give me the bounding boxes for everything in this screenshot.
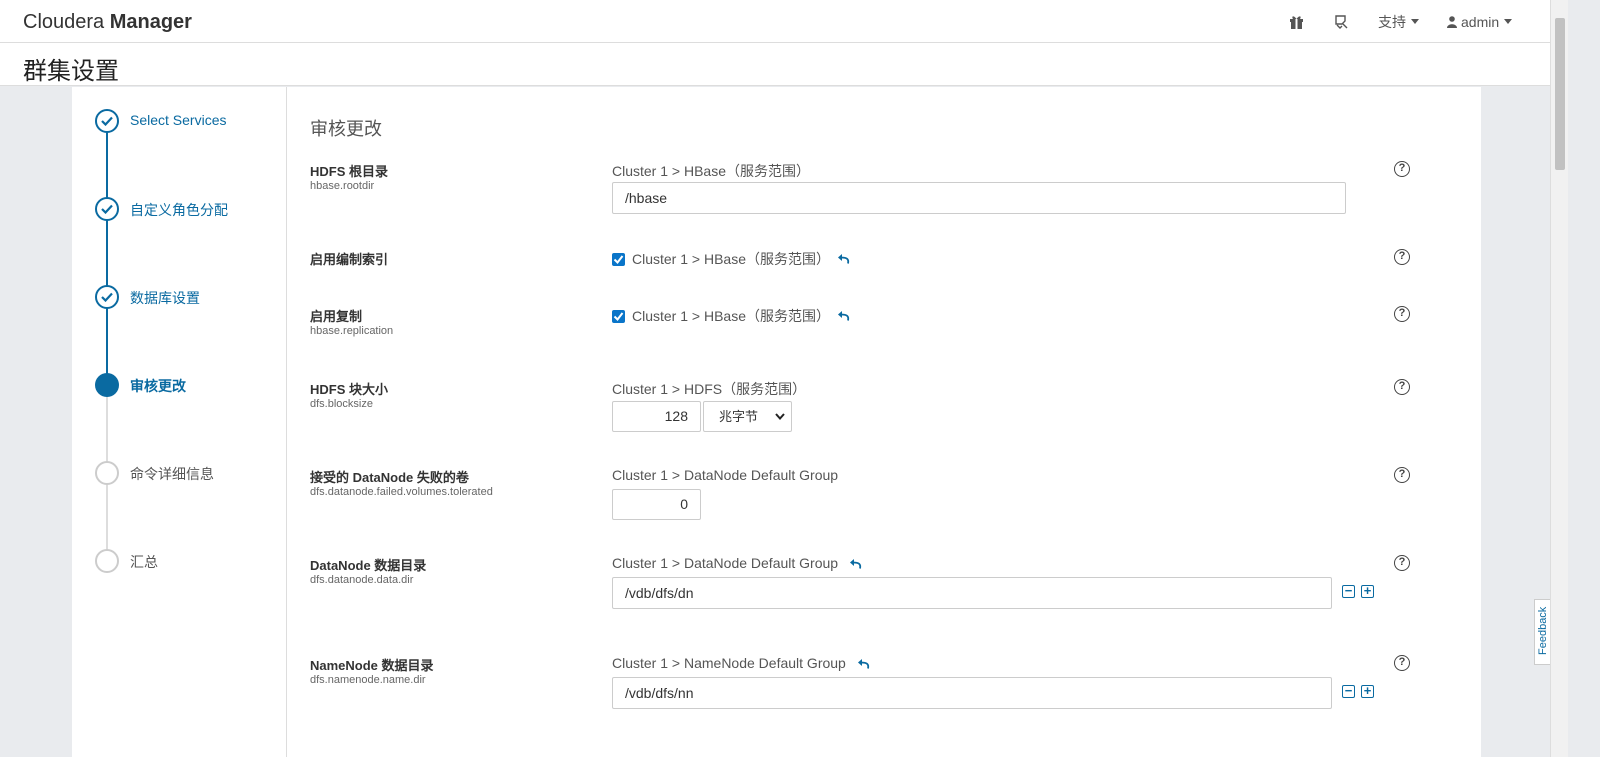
help-icon[interactable]: ? [1394,249,1410,265]
property-scope: Cluster 1 > HBase（服务范围） [612,163,810,179]
ticket-icon[interactable] [1333,0,1353,43]
undo-icon[interactable] [849,556,862,572]
section-title: 审核更改 [310,119,382,139]
property-key: dfs.datanode.failed.volumes.tolerated [310,486,493,498]
undo-icon[interactable] [838,308,850,324]
step-label: 命令详细信息 [130,466,214,482]
active-step-icon [95,373,119,397]
property-key: hbase.rootdir [310,180,375,192]
user-icon [1447,15,1457,28]
scope-text: Cluster 1 > HBase（服务范围） [632,251,830,267]
user-menu[interactable]: admin [1447,0,1513,43]
help-icon[interactable]: ? [1394,161,1410,177]
property-scope: Cluster 1 > DataNode Default Group [612,467,839,483]
chevron-down-icon [1504,19,1513,24]
step-label: 自定义角色分配 [130,202,228,218]
wizard-container: Select Services 自定义角色分配 数据库设置 审核更改 命令详细信… [72,87,1481,757]
page-title: 群集设置 [23,58,119,85]
property-name: NameNode 数据目录 [310,658,434,673]
namenode-dir-input[interactable]: /vdb/dfs/nn [612,677,1332,709]
property-name: DataNode 数据目录 [310,558,427,573]
blocksize-input[interactable]: 128 [612,401,701,432]
help-icon[interactable]: ? [1394,467,1410,483]
add-icon[interactable]: + [1361,684,1374,698]
property-scope: Cluster 1 > HDFS（服务范围） [612,381,807,397]
property-key: dfs.datanode.data.dir [310,574,414,586]
chevron-down-icon [775,413,785,420]
scrollbar-thumb[interactable] [1555,18,1565,170]
remove-icon[interactable]: − [1342,584,1355,598]
datanode-dir-input[interactable]: /vdb/dfs/dn [612,577,1332,609]
property-scope: Cluster 1 > DataNode Default Group [612,555,862,572]
property-scope: Cluster 1 > HBase（服务范围） [612,306,850,326]
step-label: Select Services [130,112,227,128]
property-name: 接受的 DataNode 失败的卷 [310,470,469,485]
check-icon [95,285,119,309]
support-menu[interactable]: 支持 [1378,0,1419,43]
brand-logo[interactable]: Cloudera Manager [23,11,192,34]
property-name: 启用复制 [310,309,363,324]
failed-volumes-input[interactable]: 0 [612,489,701,520]
top-navbar: Cloudera Manager 支持 admin [0,0,1550,43]
scope-text: Cluster 1 > NameNode Default Group [612,655,846,671]
help-icon[interactable]: ? [1394,379,1410,395]
step-label: 汇总 [130,554,158,570]
property-key: dfs.blocksize [310,398,373,410]
chevron-down-icon [1411,19,1419,24]
page-scrollbar[interactable] [1550,0,1568,757]
help-icon[interactable]: ? [1394,655,1410,671]
pending-step-icon [95,461,119,485]
add-icon[interactable]: + [1361,584,1374,598]
property-scope: Cluster 1 > HBase（服务范围） [612,249,850,269]
scope-text: Cluster 1 > DataNode Default Group [612,555,839,571]
page-header: 群集设置 [0,43,1550,86]
property-key: hbase.replication [310,325,394,337]
replication-checkbox[interactable] [612,309,625,323]
property-key: dfs.namenode.name.dir [310,674,426,686]
undo-icon[interactable] [838,251,850,267]
hbase-rootdir-input[interactable]: /hbase [612,182,1346,214]
help-icon[interactable]: ? [1394,306,1410,322]
blocksize-unit-select[interactable]: 兆字节 [703,401,792,432]
pending-step-icon [95,549,119,573]
scope-text: Cluster 1 > HBase（服务范围） [632,308,830,324]
wizard-steps: Select Services 自定义角色分配 数据库设置 审核更改 命令详细信… [72,87,287,757]
gift-icon[interactable] [1289,0,1309,43]
property-name: 启用编制索引 [310,252,389,267]
check-icon [95,197,119,221]
check-icon [95,109,119,133]
remove-icon[interactable]: − [1342,684,1355,698]
property-name: HDFS 块大小 [310,382,389,397]
step-label: 审核更改 [130,378,186,394]
undo-icon[interactable] [857,656,870,672]
review-panel: 审核更改 HDFS 根目录 hbase.rootdir Cluster 1 > … [310,87,1480,757]
property-name: HDFS 根目录 [310,164,389,179]
property-scope: Cluster 1 > NameNode Default Group [612,655,870,672]
step-label: 数据库设置 [130,290,200,306]
index-replication-checkbox[interactable] [612,252,625,266]
help-icon[interactable]: ? [1394,555,1410,571]
